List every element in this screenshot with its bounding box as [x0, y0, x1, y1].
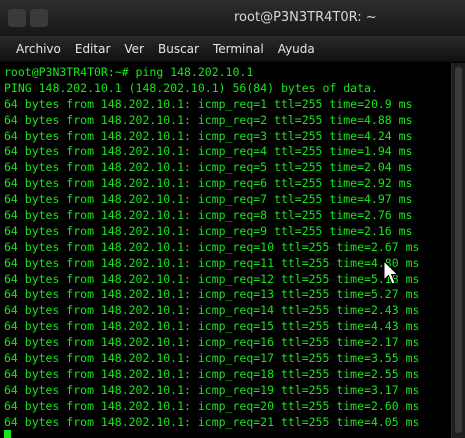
ping-reply-line: 64 bytes from 148.202.10.1: icmp_req=20 …	[4, 398, 420, 413]
menu-terminal[interactable]: Terminal	[213, 42, 264, 56]
menu-editar[interactable]: Editar	[75, 42, 111, 56]
text-cursor	[4, 430, 11, 438]
ping-header-line: PING 148.202.10.1 (148.202.10.1) 56(84) …	[4, 80, 378, 95]
ping-reply-line: 64 bytes from 148.202.10.1: icmp_req=14 …	[4, 303, 420, 318]
ping-reply-line: 64 bytes from 148.202.10.1: icmp_req=17 …	[4, 351, 420, 366]
window-button[interactable]	[30, 9, 48, 27]
ping-reply-line: 64 bytes from 148.202.10.1: icmp_req=6 t…	[4, 176, 413, 191]
ping-reply-line: 64 bytes from 148.202.10.1: icmp_req=21 …	[4, 414, 420, 429]
scrollbar-thumb[interactable]	[455, 67, 462, 433]
menu-ver[interactable]: Ver	[124, 42, 144, 56]
ping-reply-line: 64 bytes from 148.202.10.1: icmp_req=19 …	[4, 382, 420, 397]
ping-reply-line: 64 bytes from 148.202.10.1: icmp_req=9 t…	[4, 223, 413, 238]
menu-buscar[interactable]: Buscar	[158, 42, 199, 56]
ping-reply-line: 64 bytes from 148.202.10.1: icmp_req=8 t…	[4, 208, 413, 223]
ping-reply-line: 64 bytes from 148.202.10.1: icmp_req=3 t…	[4, 128, 413, 143]
ping-reply-line: 64 bytes from 148.202.10.1: icmp_req=13 …	[4, 287, 420, 302]
ping-reply-line: 64 bytes from 148.202.10.1: icmp_req=7 t…	[4, 192, 413, 207]
ping-reply-line: 64 bytes from 148.202.10.1: icmp_req=4 t…	[4, 144, 413, 159]
menu-ayuda[interactable]: Ayuda	[278, 42, 315, 56]
terminal-prompt-line: root@P3N3TR4T0R:~# ping 148.202.10.1	[4, 65, 254, 79]
vertical-scrollbar[interactable]	[451, 63, 465, 438]
ping-reply-line: 64 bytes from 148.202.10.1: icmp_req=18 …	[4, 366, 420, 381]
mouse-pointer-icon	[383, 260, 399, 285]
terminal-window: root@P3N3TR4T0R: ~ Archivo Editar Ver Busca…	[0, 0, 465, 438]
terminal-output[interactable]: root@P3N3TR4T0R:~# ping 148.202.10.1 PIN…	[0, 63, 451, 438]
menu-archivo[interactable]: Archivo	[16, 42, 61, 56]
menu-bar: Archivo Editar Ver Buscar Terminal Ayuda	[0, 36, 465, 62]
window-title: root@P3N3TR4T0R: ~	[234, 10, 377, 25]
ping-reply-line: 64 bytes from 148.202.10.1: icmp_req=5 t…	[4, 160, 413, 175]
ping-reply-line: 64 bytes from 148.202.10.1: icmp_req=15 …	[4, 319, 420, 334]
window-button[interactable]	[8, 9, 26, 27]
ping-reply-line: 64 bytes from 148.202.10.1: icmp_req=1 t…	[4, 96, 413, 111]
title-bar[interactable]: root@P3N3TR4T0R: ~	[0, 0, 465, 36]
ping-reply-line: 64 bytes from 148.202.10.1: icmp_req=10 …	[4, 239, 420, 254]
cursor-line	[4, 430, 451, 438]
ping-reply-line: 64 bytes from 148.202.10.1: icmp_req=2 t…	[4, 112, 413, 127]
ping-reply-line: 64 bytes from 148.202.10.1: icmp_req=16 …	[4, 335, 420, 350]
